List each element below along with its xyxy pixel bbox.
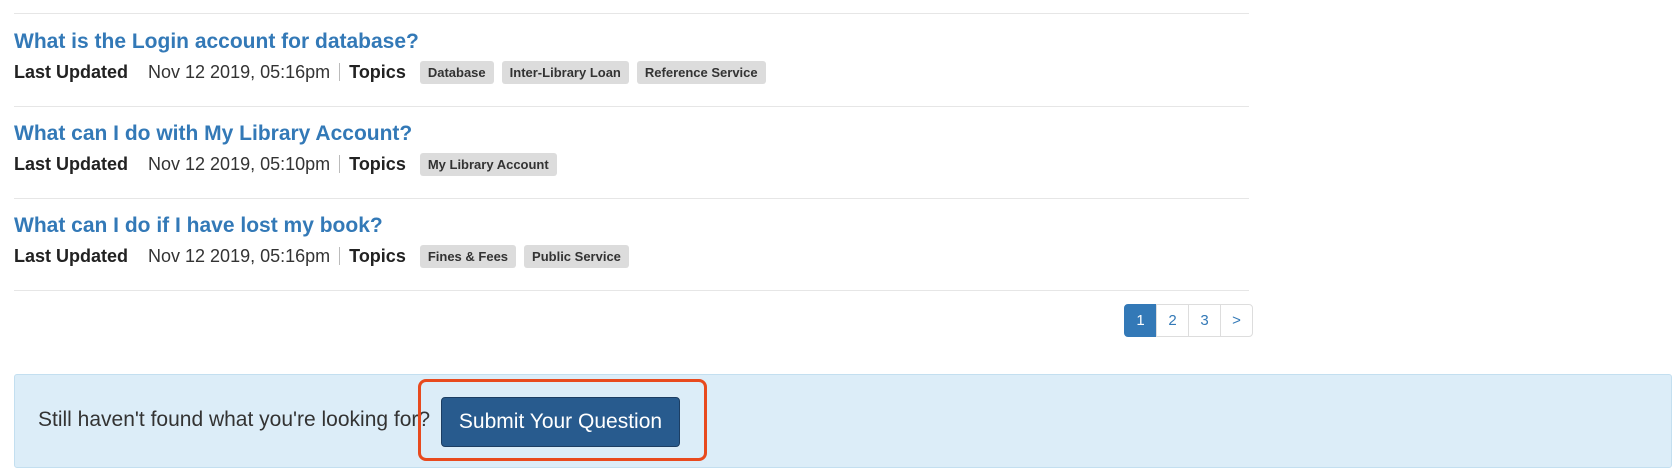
- last-updated-date: Nov 12 2019, 05:16pm: [148, 245, 331, 266]
- next-page-button[interactable]: >: [1220, 304, 1253, 337]
- last-updated-label: Last Updated: [14, 153, 129, 174]
- faq-question-link[interactable]: What is the Login account for database?: [14, 30, 419, 54]
- last-updated-label: Last Updated: [14, 245, 129, 266]
- faq-meta: Last Updated Nov 12 2019, 05:10pm Topics…: [14, 152, 565, 176]
- faq-question-link[interactable]: What can I do if I have lost my book?: [14, 214, 383, 238]
- submit-question-button[interactable]: Submit Your Question: [441, 397, 680, 447]
- pagination: 1 2 3 >: [1124, 304, 1253, 337]
- page-1-button[interactable]: 1: [1124, 304, 1157, 337]
- faq-question-link[interactable]: What can I do with My Library Account?: [14, 122, 412, 146]
- help-callout: Still haven't found what you're looking …: [14, 374, 1672, 468]
- topic-tag[interactable]: Inter-Library Loan: [501, 60, 629, 84]
- page-3-button[interactable]: 3: [1188, 304, 1221, 337]
- topic-tag[interactable]: Public Service: [524, 244, 629, 268]
- topic-tag[interactable]: Reference Service: [636, 60, 766, 84]
- last-updated-date: Nov 12 2019, 05:10pm: [148, 153, 331, 174]
- topics-label: Topics: [349, 61, 406, 82]
- divider: [339, 155, 341, 173]
- page-2-button[interactable]: 2: [1156, 304, 1189, 337]
- faq-item: What is the Login account for database? …: [14, 14, 1249, 107]
- faq-meta: Last Updated Nov 12 2019, 05:16pm Topics…: [14, 244, 637, 268]
- callout-text: Still haven't found what you're looking …: [38, 408, 431, 431]
- faq-item: What can I do if I have lost my book? La…: [14, 198, 1249, 291]
- topic-tag[interactable]: Database: [419, 60, 494, 84]
- topic-tag[interactable]: Fines & Fees: [419, 244, 517, 268]
- last-updated-date: Nov 12 2019, 05:16pm: [148, 61, 331, 82]
- divider: [339, 247, 341, 265]
- topics-label: Topics: [349, 153, 406, 174]
- page: What is the Login account for database? …: [0, 0, 1680, 475]
- divider: [339, 63, 341, 81]
- topic-tag[interactable]: My Library Account: [419, 152, 557, 176]
- faq-meta: Last Updated Nov 12 2019, 05:16pm Topics…: [14, 60, 774, 84]
- last-updated-label: Last Updated: [14, 61, 129, 82]
- topics-label: Topics: [349, 245, 406, 266]
- faq-item: What can I do with My Library Account? L…: [14, 106, 1249, 199]
